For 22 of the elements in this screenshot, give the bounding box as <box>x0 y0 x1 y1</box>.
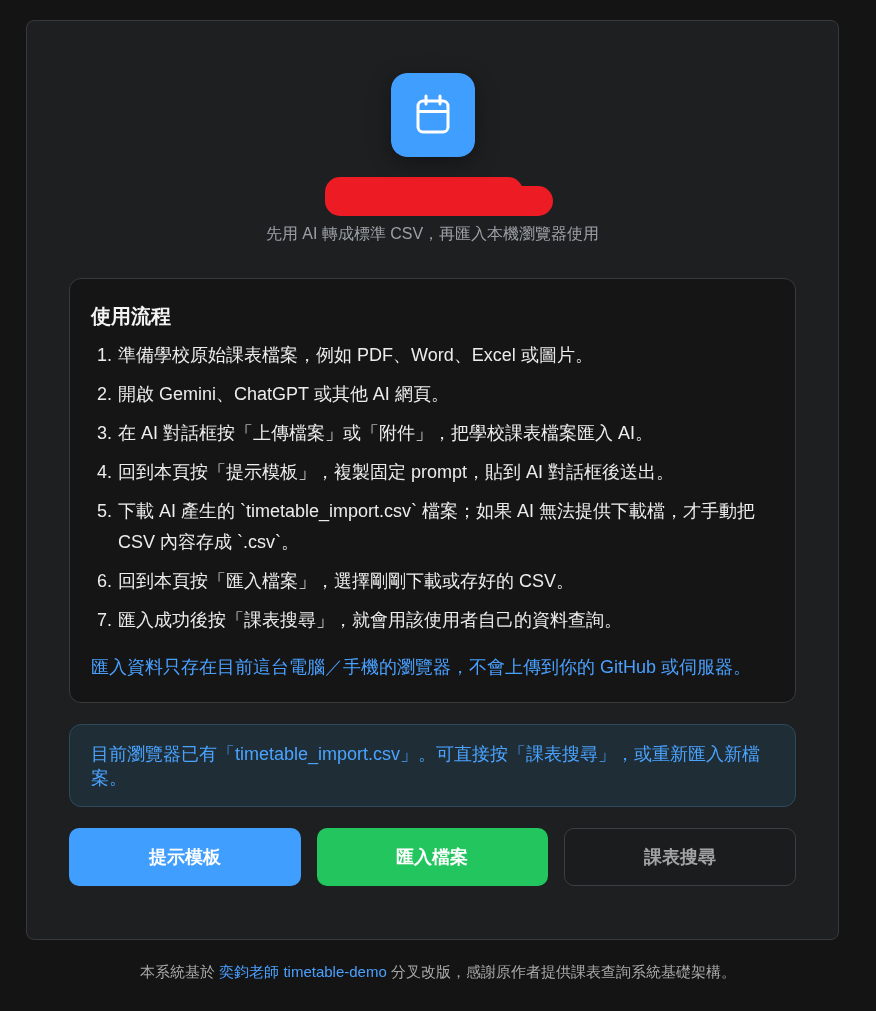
step-number: 3. <box>97 422 113 445</box>
step-text: 匯入成功後按「課表搜尋」，就會用該使用者自己的資料查詢。 <box>118 609 622 632</box>
footer-note: 本系統基於 奕鈞老師 timetable-demo 分叉改版，感謝原作者提供課表查詢系統基礎架構。 <box>139 962 737 982</box>
step-number: 4. <box>97 461 113 484</box>
step-text: 回到本頁按「提示模板」，複製固定 prompt，貼到 AI 對話框後送出。 <box>118 461 675 484</box>
step-text: 準備學校原始課表檔案，例如 PDF、Word、Excel 或圖片。 <box>118 344 593 367</box>
step-number: 6. <box>97 570 113 593</box>
privacy-note: 匯入資料只存在目前這台電腦／手機的瀏覽器，不會上傳到你的 GitHub 或伺服器。 <box>91 656 753 679</box>
step-number: 5. <box>97 500 113 523</box>
step-number: 1. <box>97 344 113 367</box>
step-text: 在 AI 對話框按「上傳檔案」或「附件」，把學校課表檔案匯入 AI。 <box>118 422 654 445</box>
action-button[interactable]: 課表搜尋 <box>564 828 796 886</box>
step-number: 2. <box>97 383 113 406</box>
subtitle: 先用 AI 轉成標準 CSV，再匯入本機瀏覽器使用 <box>265 224 600 244</box>
step-text: 開啟 Gemini、ChatGPT 或其他 AI 網頁。 <box>118 383 449 406</box>
footer-link[interactable]: 奕鈞老師 timetable-demo <box>219 963 387 980</box>
step-number: 7. <box>97 609 113 632</box>
calendar-icon <box>390 73 475 157</box>
step-text: 回到本頁按「匯入檔案」，選擇剛剛下載或存好的 CSV。 <box>118 570 574 593</box>
step-text: 下載 AI 產生的 `timetable_import.csv` 檔案；如果 AI 無法提供下載檔，才手動把 CSV 內容存成 `.csv`。 <box>118 500 757 554</box>
steps-heading: 使用流程 <box>91 304 172 329</box>
status-message: 目前瀏覽器已有「timetable_import.csv」。可直接按「課表搜尋」，或重新匯入新檔案。 <box>69 724 796 807</box>
